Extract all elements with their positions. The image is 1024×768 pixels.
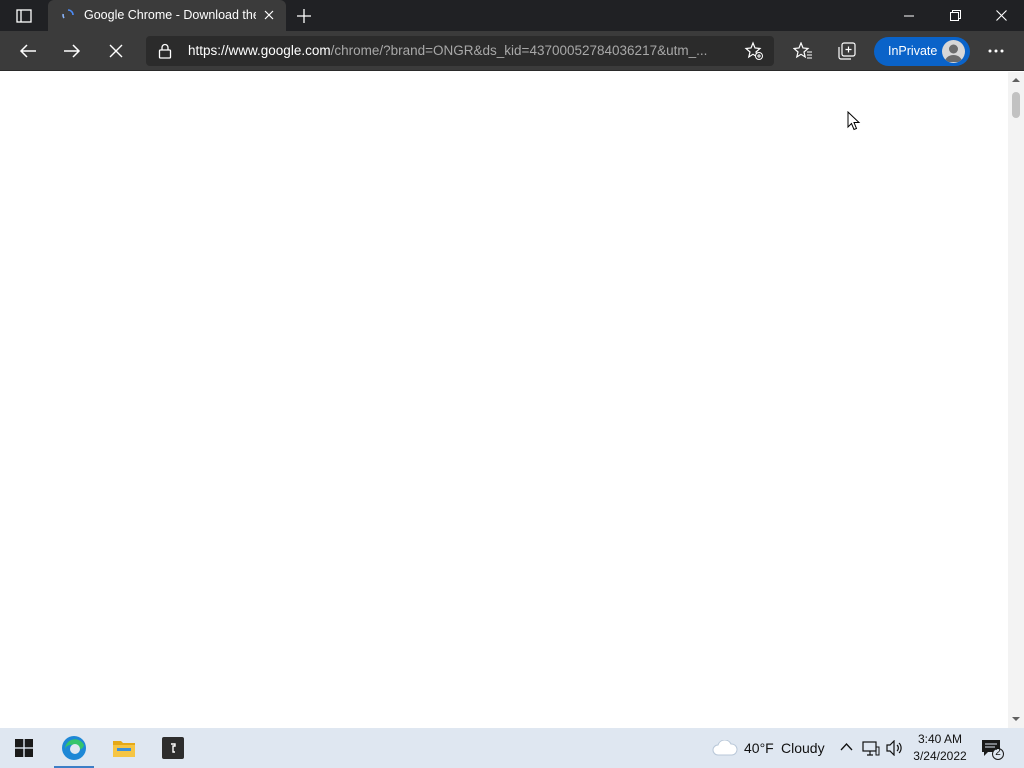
scrollbar-thumb[interactable] — [1012, 92, 1020, 118]
clock-date: 3/24/2022 — [913, 749, 967, 763]
url-host: www.google.com — [228, 43, 331, 58]
weather-condition[interactable]: Cloudy — [781, 740, 825, 756]
more-horizontal-icon[interactable] — [985, 40, 1007, 62]
browser-tab[interactable]: Google Chrome - Download the Fast, Secur… — [48, 0, 286, 31]
tab-actions-icon[interactable] — [10, 6, 38, 26]
clock-time: 3:40 AM — [917, 732, 963, 746]
browser-toolbar: https://www.google.com/chrome/?brand=ONG… — [0, 31, 1024, 71]
avatar — [942, 40, 965, 63]
tab-close-icon[interactable] — [262, 8, 276, 22]
edge-icon — [62, 736, 86, 760]
tab-title: Google Chrome - Download the Fast, Secur… — [84, 8, 256, 22]
taskbar: 40°F Cloudy 3:40 AM 3/24/2022 2 — [0, 728, 1024, 768]
cloudy-weather-icon[interactable] — [712, 740, 738, 756]
notification-count: 2 — [995, 747, 1001, 758]
stop-icon — [109, 44, 123, 58]
url-prefix: https:// — [188, 43, 229, 58]
forward-arrow-icon — [64, 44, 81, 58]
new-tab-icon[interactable] — [294, 6, 314, 26]
close-window-button[interactable] — [978, 0, 1024, 31]
address-bar[interactable]: https://www.google.com/chrome/?brand=ONG… — [146, 36, 774, 66]
taskbar-file-explorer[interactable] — [100, 728, 148, 768]
scroll-up-icon[interactable] — [1012, 76, 1020, 84]
back-button[interactable] — [16, 39, 40, 63]
taskbar-app-3[interactable] — [149, 728, 197, 768]
title-bar: Google Chrome - Download the Fast, Secur… — [0, 0, 1024, 31]
collections-icon[interactable] — [836, 40, 858, 62]
windows-logo-icon — [15, 739, 33, 757]
loading-spinner-icon — [62, 9, 74, 19]
app-icon — [162, 737, 184, 759]
restore-button[interactable] — [932, 0, 978, 31]
volume-icon[interactable] — [886, 740, 904, 756]
chevron-up-icon[interactable] — [840, 742, 853, 751]
minimize-button[interactable] — [886, 0, 932, 31]
taskbar-edge-app[interactable] — [50, 728, 98, 768]
inprivate-label: InPrivate — [888, 44, 938, 58]
start-button[interactable] — [0, 728, 48, 768]
stop-button[interactable] — [104, 39, 128, 63]
system-clock[interactable]: 3:40 AM 3/24/2022 — [910, 731, 970, 765]
star-add-icon[interactable] — [744, 41, 764, 61]
weather-temperature[interactable]: 40°F — [744, 740, 774, 756]
network-icon[interactable] — [862, 741, 880, 757]
inprivate-profile-button[interactable]: InPrivate — [874, 37, 970, 66]
folder-icon — [113, 741, 135, 757]
favorites-icon[interactable] — [792, 40, 814, 62]
address-url[interactable]: https://www.google.com/chrome/?brand=ONG… — [188, 43, 738, 58]
page-content[interactable] — [0, 72, 1008, 728]
lock-icon[interactable] — [158, 43, 172, 59]
forward-button[interactable] — [60, 39, 84, 63]
mouse-cursor-icon — [847, 111, 861, 131]
vertical-scrollbar[interactable] — [1008, 72, 1024, 728]
scroll-down-icon[interactable] — [1012, 715, 1020, 723]
notifications-button[interactable]: 2 — [980, 738, 1004, 760]
url-path: /chrome/?brand=ONGR&ds_kid=4370005278403… — [330, 43, 708, 58]
back-arrow-icon — [19, 44, 36, 58]
